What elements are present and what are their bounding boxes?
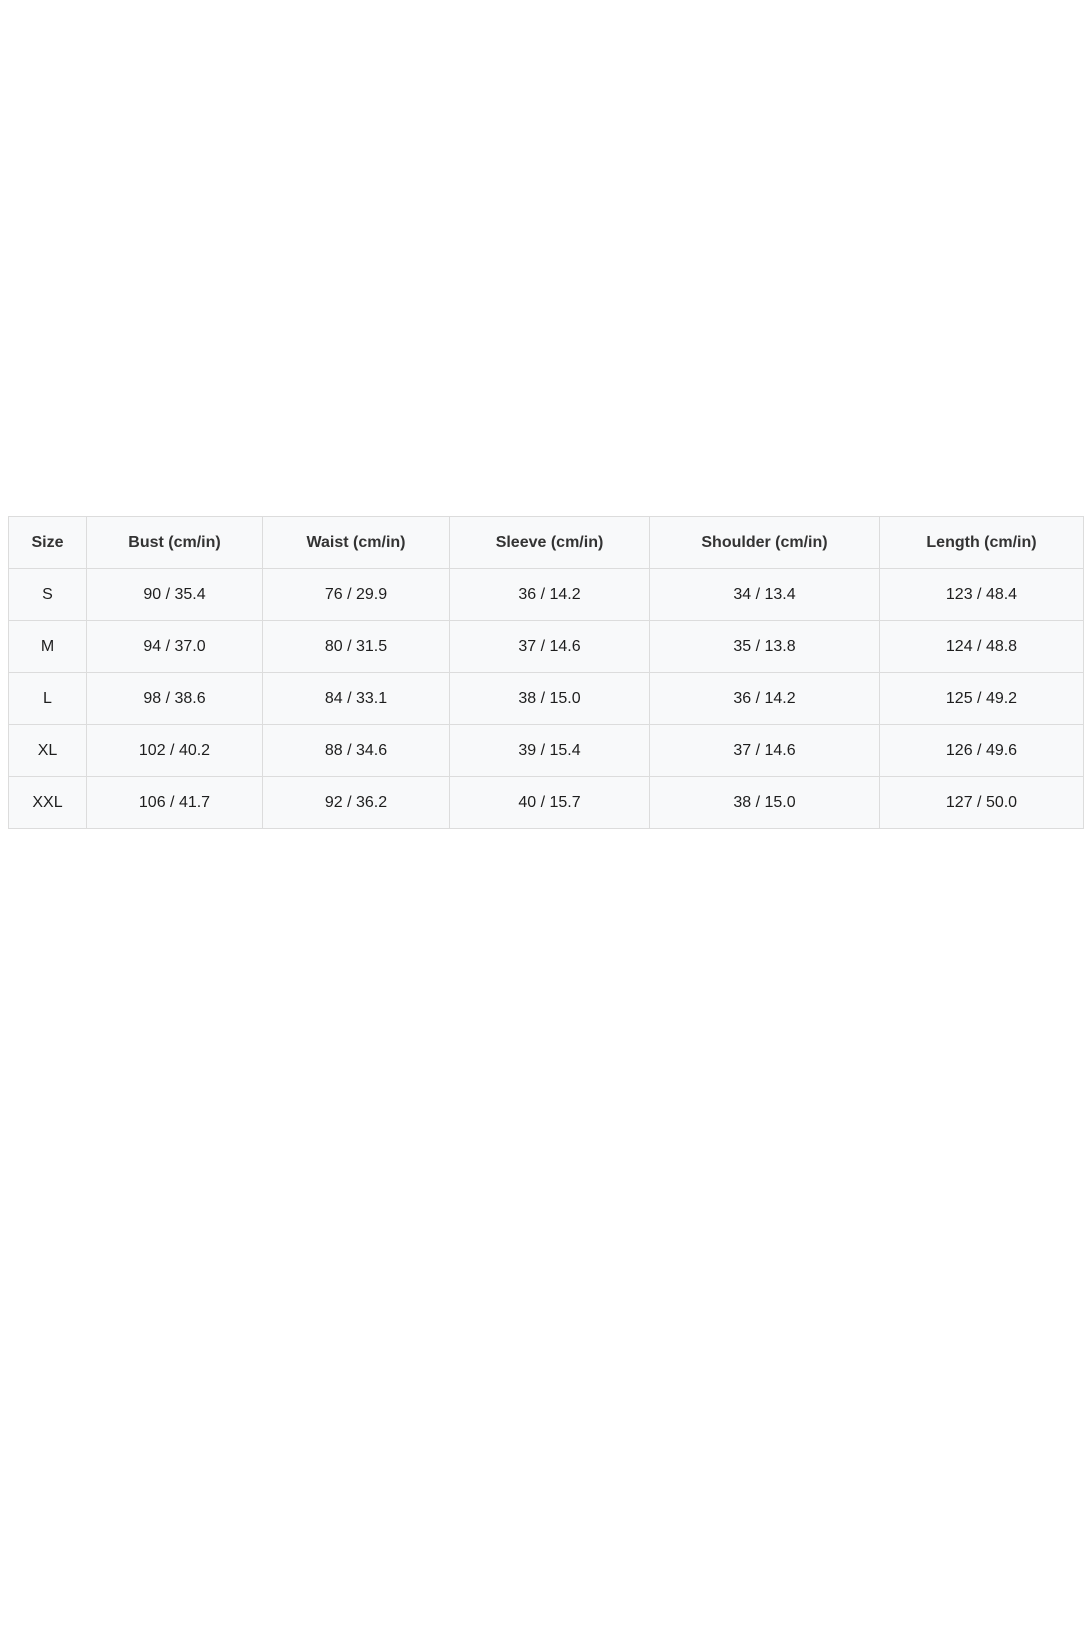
header-waist: Waist (cm/in) xyxy=(262,516,450,569)
cell-shoulder: 35 / 13.8 xyxy=(649,620,880,673)
header-length: Length (cm/in) xyxy=(879,516,1084,569)
cell-sleeve: 36 / 14.2 xyxy=(449,568,650,621)
cell-shoulder: 36 / 14.2 xyxy=(649,672,880,725)
cell-sleeve: 39 / 15.4 xyxy=(449,724,650,777)
cell-bust: 94 / 37.0 xyxy=(86,620,263,673)
cell-waist: 92 / 36.2 xyxy=(262,776,450,829)
cell-size: S xyxy=(8,568,87,621)
cell-length: 123 / 48.4 xyxy=(879,568,1084,621)
table-row: M 94 / 37.0 80 / 31.5 37 / 14.6 35 / 13.… xyxy=(8,620,1084,673)
cell-waist: 76 / 29.9 xyxy=(262,568,450,621)
table-row: XL 102 / 40.2 88 / 34.6 39 / 15.4 37 / 1… xyxy=(8,724,1084,777)
header-size: Size xyxy=(8,516,87,569)
cell-length: 127 / 50.0 xyxy=(879,776,1084,829)
cell-sleeve: 37 / 14.6 xyxy=(449,620,650,673)
header-bust: Bust (cm/in) xyxy=(86,516,263,569)
cell-shoulder: 37 / 14.6 xyxy=(649,724,880,777)
cell-bust: 102 / 40.2 xyxy=(86,724,263,777)
table-row: XXL 106 / 41.7 92 / 36.2 40 / 15.7 38 / … xyxy=(8,776,1084,829)
cell-waist: 80 / 31.5 xyxy=(262,620,450,673)
table-row: L 98 / 38.6 84 / 33.1 38 / 15.0 36 / 14.… xyxy=(8,672,1084,725)
cell-sleeve: 38 / 15.0 xyxy=(449,672,650,725)
size-chart-table: Size Bust (cm/in) Waist (cm/in) Sleeve (… xyxy=(8,516,1084,829)
cell-sleeve: 40 / 15.7 xyxy=(449,776,650,829)
cell-shoulder: 34 / 13.4 xyxy=(649,568,880,621)
cell-waist: 84 / 33.1 xyxy=(262,672,450,725)
cell-shoulder: 38 / 15.0 xyxy=(649,776,880,829)
cell-waist: 88 / 34.6 xyxy=(262,724,450,777)
header-sleeve: Sleeve (cm/in) xyxy=(449,516,650,569)
cell-size: XXL xyxy=(8,776,87,829)
cell-size: M xyxy=(8,620,87,673)
cell-bust: 90 / 35.4 xyxy=(86,568,263,621)
cell-length: 126 / 49.6 xyxy=(879,724,1084,777)
cell-bust: 98 / 38.6 xyxy=(86,672,263,725)
cell-bust: 106 / 41.7 xyxy=(86,776,263,829)
cell-length: 124 / 48.8 xyxy=(879,620,1084,673)
table-row: S 90 / 35.4 76 / 29.9 36 / 14.2 34 / 13.… xyxy=(8,568,1084,621)
cell-size: XL xyxy=(8,724,87,777)
cell-length: 125 / 49.2 xyxy=(879,672,1084,725)
cell-size: L xyxy=(8,672,87,725)
table-header-row: Size Bust (cm/in) Waist (cm/in) Sleeve (… xyxy=(8,516,1084,569)
header-shoulder: Shoulder (cm/in) xyxy=(649,516,880,569)
